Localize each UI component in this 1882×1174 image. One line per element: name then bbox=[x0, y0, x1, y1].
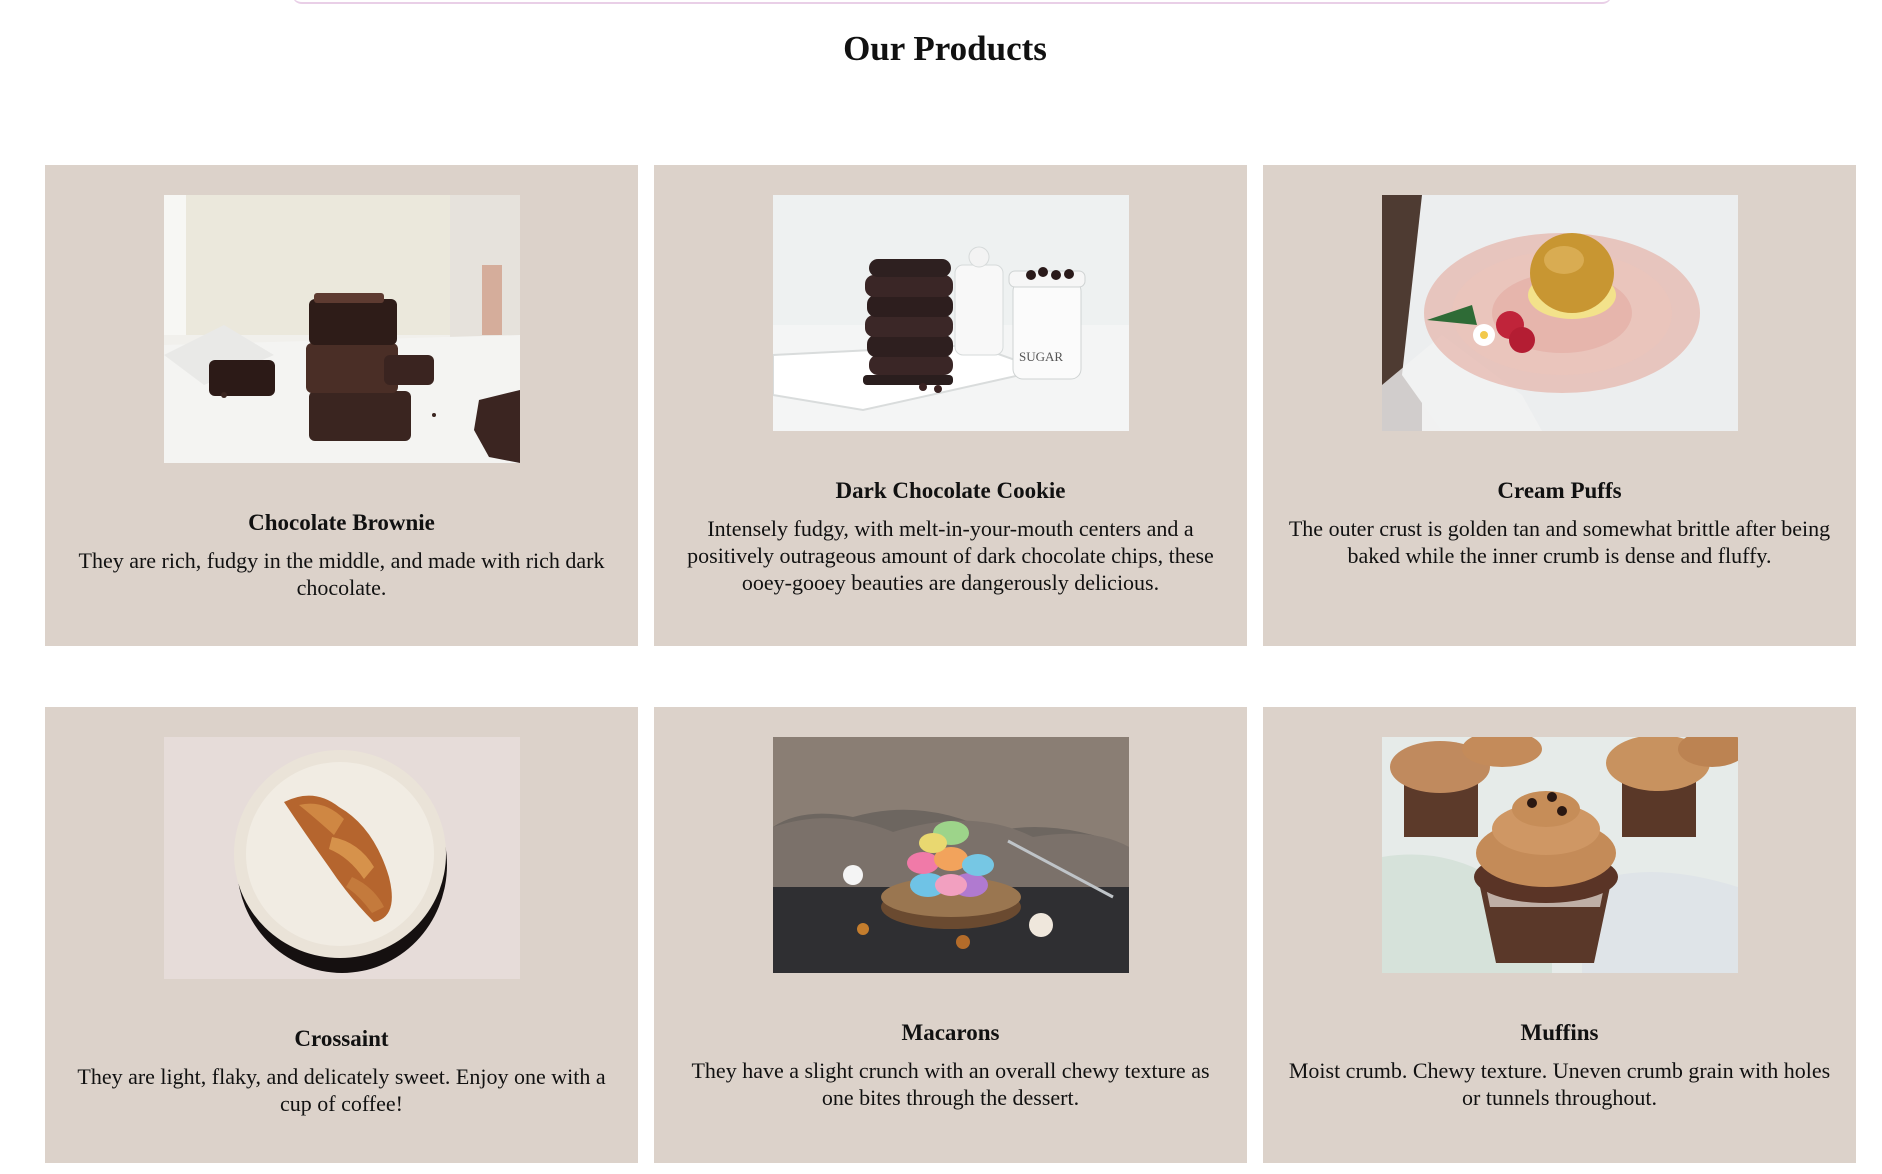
product-description: They are rich, fudgy in the middle, and … bbox=[78, 547, 605, 600]
macaron-image bbox=[772, 737, 1129, 973]
product-description: They are light, flaky, and delicately sw… bbox=[77, 1063, 606, 1116]
brownie-image bbox=[163, 195, 520, 463]
product-title: Crossaint bbox=[294, 1026, 389, 1051]
product-description: The outer crust is golden tan and somewh… bbox=[1288, 515, 1831, 568]
top-navigation-edge bbox=[292, 0, 1612, 4]
product-card-chocolate-brownie: Chocolate Brownie They are rich, fudgy i… bbox=[45, 165, 638, 646]
product-card-macarons: Macarons They have a slight crunch with … bbox=[654, 707, 1247, 1163]
jar-label: SUGAR bbox=[1019, 349, 1063, 364]
product-grid: Chocolate Brownie They are rich, fudgy i… bbox=[45, 165, 1857, 1163]
product-title: Dark Chocolate Cookie bbox=[835, 478, 1066, 503]
page-title: Our Products bbox=[843, 29, 1047, 68]
product-title: Macarons bbox=[901, 1020, 1000, 1045]
product-title: Chocolate Brownie bbox=[248, 510, 435, 535]
product-description: Moist crumb. Chewy texture. Uneven crumb… bbox=[1288, 1057, 1831, 1110]
product-card-cream-puffs: Cream Puffs The outer crust is golden ta… bbox=[1263, 165, 1856, 646]
product-title: Muffins bbox=[1520, 1020, 1599, 1045]
product-description: They have a slight crunch with an overal… bbox=[691, 1057, 1210, 1110]
muffin-image bbox=[1381, 737, 1738, 973]
products-page: Our Products Chocolate Brownie They are … bbox=[0, 0, 1882, 1174]
product-title: Cream Puffs bbox=[1497, 478, 1622, 503]
product-card-dark-chocolate-cookie: SUGAR Dark Chocolate Cookie Intensely fu… bbox=[654, 165, 1247, 646]
product-description: Intensely fudgy, with melt-in-your-mouth… bbox=[687, 515, 1214, 595]
product-card-muffins: Muffins Moist crumb. Chewy texture. Unev… bbox=[1263, 707, 1856, 1163]
cookie-image: SUGAR bbox=[772, 195, 1129, 431]
croissant-image bbox=[163, 737, 520, 979]
product-card-crossaint: Crossaint They are light, flaky, and del… bbox=[45, 707, 638, 1163]
cream-puff-image bbox=[1381, 195, 1738, 431]
